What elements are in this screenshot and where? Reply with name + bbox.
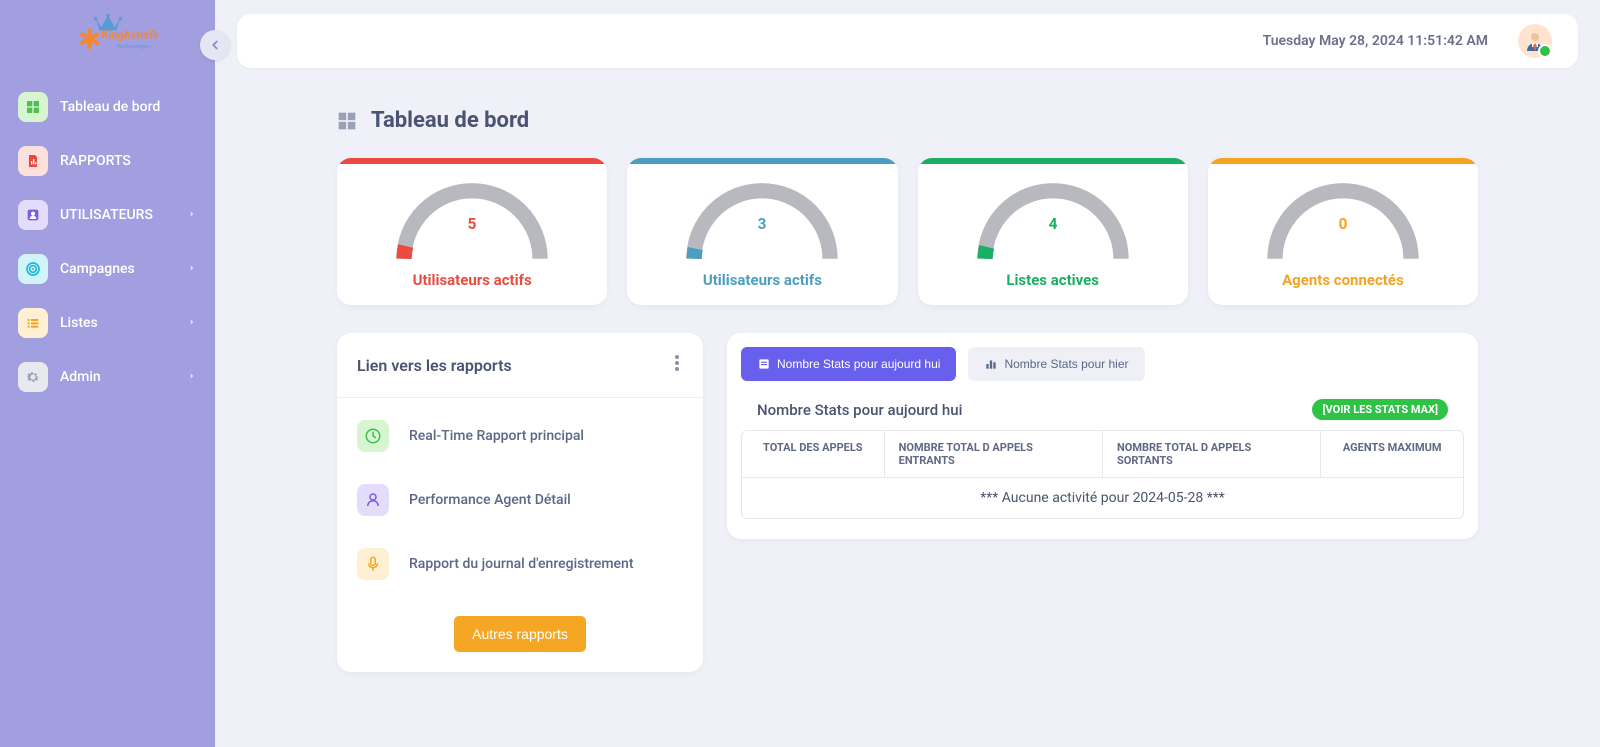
gauge-card-active-lists: 4 Listes actives [918,158,1188,305]
column-header: TOTAL DES APPELS [742,431,885,478]
brand-main-text: KingAsterisk [101,29,158,42]
gauge-row: 5 Utilisateurs actifs 3 Utilisateu [337,158,1478,305]
list-icon [18,308,48,338]
tab-label: Nombre Stats pour aujourd hui [777,357,940,371]
main-area: Tuesday May 28, 2024 11:51:42 AM Tableau… [215,0,1600,747]
sidebar-collapse-button[interactable] [200,30,230,60]
gauge-label: Agents connectés [1218,271,1468,289]
view-stats-max-button[interactable]: [VOIR LES STATS MAX] [1312,399,1448,420]
more-menu-button[interactable] [671,351,683,379]
dashboard-icon [18,92,48,122]
document-icon [757,357,771,371]
sidebar-item-lists[interactable]: Listes [18,296,197,350]
clock-icon [357,420,389,452]
brand-logo: KingAsterisk Technologies [0,0,215,80]
page-header: Tableau de bord [337,108,1478,133]
sidebar-item-label: Listes [60,315,98,331]
report-link-label: Rapport du journal d'enregistrement [409,556,634,572]
sidebar-item-admin[interactable]: Admin [18,350,197,404]
stats-section-title: Nombre Stats pour aujourd hui [757,401,962,419]
brand-sub-text: Technologies [116,44,151,50]
table-empty-row: *** Aucune activité pour 2024-05-28 *** [742,478,1463,518]
report-links-title: Lien vers les rapports [357,356,512,375]
tab-stats-yesterday[interactable]: Nombre Stats pour hier [968,347,1144,381]
report-icon [18,146,48,176]
chevron-right-icon [187,207,197,223]
gauge-value: 3 [758,215,767,233]
stats-card: Nombre Stats pour aujourd hui Nombre Sta… [727,333,1478,539]
avatar[interactable] [1518,24,1552,58]
sidebar-item-label: UTILISATEURS [60,207,153,223]
stats-tabs: Nombre Stats pour aujourd hui Nombre Sta… [741,347,1464,381]
bar-chart-icon [984,357,998,371]
gauge-icon: 3 [672,178,852,263]
report-links-card: Lien vers les rapports Real-Time Rapport… [337,333,703,672]
stats-table: TOTAL DES APPELS NOMBRE TOTAL D APPELS E… [741,430,1464,519]
report-link-realtime[interactable]: Real-Time Rapport principal [351,404,689,468]
table-header-row: TOTAL DES APPELS NOMBRE TOTAL D APPELS E… [742,431,1463,478]
chevron-left-icon [208,38,222,52]
sidebar-item-reports[interactable]: RAPPORTS [18,134,197,188]
gauge-card-active-users-blue: 3 Utilisateurs actifs [627,158,897,305]
grid-icon [337,111,357,131]
gauge-value: 5 [468,215,477,233]
tab-label: Nombre Stats pour hier [1004,357,1128,371]
target-icon [18,254,48,284]
timestamp: Tuesday May 28, 2024 11:51:42 AM [1263,33,1488,49]
sidebar-item-users[interactable]: UTILISATEURS [18,188,197,242]
sidebar-item-dashboard[interactable]: Tableau de bord [18,80,197,134]
person-icon [1523,29,1547,53]
gauge-value: 0 [1338,215,1347,233]
gauge-card-connected-agents: 0 Agents connectés [1208,158,1478,305]
sidebar-item-label: RAPPORTS [60,153,131,169]
users-icon [18,200,48,230]
gauge-label: Utilisateurs actifs [347,271,597,289]
gauge-label: Utilisateurs actifs [637,271,887,289]
gauge-value: 4 [1048,215,1057,233]
sidebar-item-campaigns[interactable]: Campagnes [18,242,197,296]
gauge-icon: 0 [1253,178,1433,263]
gauge-icon: 5 [382,178,562,263]
report-link-label: Real-Time Rapport principal [409,428,584,444]
page-title: Tableau de bord [371,108,529,133]
sidebar-item-label: Tableau de bord [60,99,160,115]
tab-stats-today[interactable]: Nombre Stats pour aujourd hui [741,347,956,381]
column-header: NOMBRE TOTAL D APPELS ENTRANTS [885,431,1103,478]
chevron-right-icon [187,315,197,331]
report-link-agent-performance[interactable]: Performance Agent Détail [351,468,689,532]
top-bar: Tuesday May 28, 2024 11:51:42 AM [237,14,1578,68]
chevron-right-icon [187,261,197,277]
sidebar-nav: Tableau de bord RAPPORTS UTILISATEURS [0,80,215,404]
gauge-label: Listes actives [928,271,1178,289]
chevron-right-icon [187,369,197,385]
column-header: AGENTS MAXIMUM [1321,431,1463,478]
other-reports-button[interactable]: Autres rapports [454,616,586,652]
dots-vertical-icon [675,355,679,371]
report-link-label: Performance Agent Détail [409,492,571,508]
gauge-icon: 4 [963,178,1143,263]
sidebar: KingAsterisk Technologies Tableau de bor… [0,0,215,747]
person-icon [357,484,389,516]
sidebar-item-label: Campagnes [60,261,135,277]
report-link-recording-log[interactable]: Rapport du journal d'enregistrement [351,532,689,596]
column-header: NOMBRE TOTAL D APPELS SORTANTS [1103,431,1321,478]
sidebar-item-label: Admin [60,369,101,385]
gear-icon [18,362,48,392]
gauge-card-active-users-red: 5 Utilisateurs actifs [337,158,607,305]
microphone-icon [357,548,389,580]
